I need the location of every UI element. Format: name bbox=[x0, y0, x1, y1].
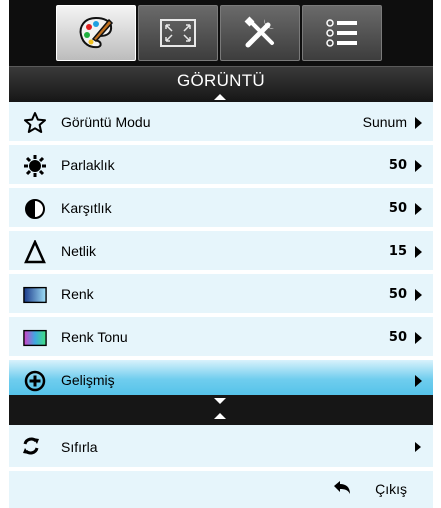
chevron-right-icon[interactable] bbox=[415, 442, 421, 452]
plus-circle-icon bbox=[23, 369, 47, 393]
chevron-right-icon[interactable] bbox=[415, 375, 422, 387]
chevron-right-icon[interactable] bbox=[415, 332, 422, 344]
scroll-up-arrow-icon[interactable] bbox=[214, 94, 226, 100]
menu-item-tint[interactable]: Renk Tonu 50 bbox=[9, 317, 433, 358]
chevron-right-icon[interactable] bbox=[415, 289, 422, 301]
scroll-separator bbox=[9, 395, 433, 425]
return-arrow-icon[interactable] bbox=[333, 481, 351, 495]
sun-icon bbox=[23, 154, 47, 178]
tab-bar bbox=[9, 0, 433, 66]
tools-icon bbox=[240, 13, 280, 53]
menu-item-label: Parlaklık bbox=[61, 157, 115, 173]
refresh-icon bbox=[21, 436, 41, 456]
tab-options[interactable] bbox=[302, 5, 382, 61]
color-swatch-icon bbox=[23, 283, 47, 307]
menu-item-label: Karşıtlık bbox=[61, 200, 112, 216]
menu-title: GÖRÜNTÜ bbox=[176, 71, 266, 90]
menu-item-sharpness[interactable]: Netlik 15 bbox=[9, 231, 433, 272]
menu-item-label: Netlik bbox=[61, 243, 97, 259]
reset-item[interactable]: Sıfırla bbox=[9, 425, 433, 469]
tab-settings[interactable] bbox=[220, 5, 300, 61]
star-icon bbox=[23, 111, 47, 135]
tab-display[interactable] bbox=[138, 5, 218, 61]
contrast-icon bbox=[23, 197, 47, 221]
menu-item-value: 15 bbox=[388, 244, 407, 259]
menu-item-value: 50 bbox=[388, 201, 407, 216]
reset-label: Sıfırla bbox=[61, 439, 98, 455]
menu-item-value: 50 bbox=[388, 330, 407, 345]
palette-icon bbox=[76, 13, 116, 53]
exit-bar: Çıkış bbox=[9, 471, 433, 508]
scroll-up-arrow-icon[interactable] bbox=[214, 413, 226, 419]
osd-menu: GÖRÜNTÜ Görüntü Modu Sunum Parlaklık 50 … bbox=[9, 0, 433, 508]
triangle-icon bbox=[23, 240, 47, 264]
menu-item-label: Gelişmiş bbox=[61, 372, 115, 388]
tint-swatch-icon bbox=[23, 326, 47, 350]
menu-item-value: Sunum bbox=[362, 114, 407, 130]
menu-item-label: Renk Tonu bbox=[61, 329, 128, 345]
menu-item-brightness[interactable]: Parlaklık 50 bbox=[9, 145, 433, 186]
menu-item-label: Renk bbox=[61, 286, 94, 302]
menu-item-picture-mode[interactable]: Görüntü Modu Sunum bbox=[9, 102, 433, 143]
screen-icon bbox=[158, 17, 198, 49]
menu-item-color[interactable]: Renk 50 bbox=[9, 274, 433, 315]
chevron-right-icon[interactable] bbox=[415, 246, 422, 258]
tab-image[interactable] bbox=[56, 5, 136, 61]
menu-title-bar: GÖRÜNTÜ bbox=[9, 66, 433, 102]
menu-item-value: 50 bbox=[388, 158, 407, 173]
scroll-down-arrow-icon[interactable] bbox=[214, 398, 226, 404]
chevron-right-icon[interactable] bbox=[415, 117, 422, 129]
chevron-right-icon[interactable] bbox=[415, 203, 422, 215]
menu-item-contrast[interactable]: Karşıtlık 50 bbox=[9, 188, 433, 229]
menu-list: Görüntü Modu Sunum Parlaklık 50 Karşıtlı… bbox=[9, 102, 433, 404]
chevron-right-icon[interactable] bbox=[415, 160, 422, 172]
exit-button[interactable]: Çıkış bbox=[375, 481, 407, 497]
list-icon bbox=[322, 15, 362, 51]
menu-item-label: Görüntü Modu bbox=[61, 114, 151, 130]
menu-item-value: 50 bbox=[388, 287, 407, 302]
